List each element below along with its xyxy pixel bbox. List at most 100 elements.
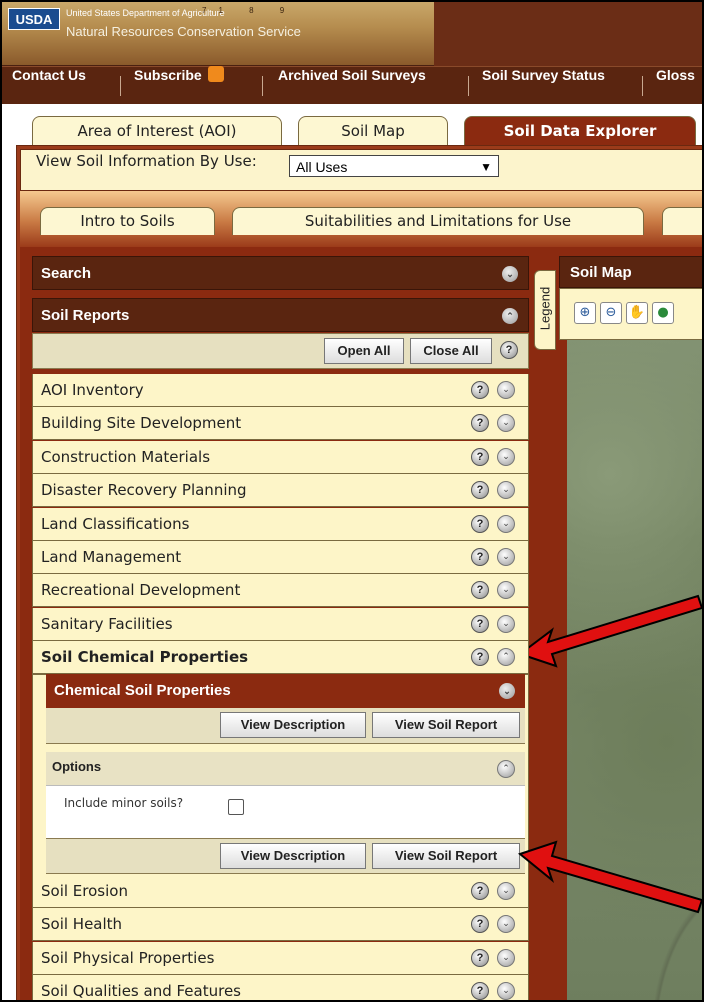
zoom-in-icon[interactable]: ⊕ — [574, 302, 596, 324]
nav-subscribe-label: Subscribe — [134, 67, 202, 83]
list-item-label: Construction Materials — [41, 447, 211, 466]
pan-hand-icon[interactable]: ✋ — [626, 302, 648, 324]
list-item[interactable]: Disaster Recovery Planning? ⌄ — [32, 474, 529, 508]
subtab-intro-to-soils[interactable]: Intro to Soils — [40, 207, 215, 235]
expand-icon[interactable]: ⌄ — [497, 381, 515, 399]
help-icon[interactable]: ? — [471, 514, 489, 533]
list-item[interactable]: Land Classifications? ⌄ — [32, 507, 529, 541]
help-icon[interactable]: ? — [471, 481, 489, 500]
expand-icon[interactable]: ⌄ — [502, 266, 518, 282]
agency-name-line2: Natural Resources Conservation Service — [66, 24, 301, 39]
nav-contact-us[interactable]: Contact Us — [12, 67, 86, 105]
collapse-icon[interactable]: ⌃ — [497, 760, 515, 778]
list-item-label: Soil Health — [41, 915, 123, 934]
list-item[interactable]: Soil Chemical Properties? ⌃ — [32, 641, 529, 675]
help-icon[interactable]: ? — [500, 341, 518, 359]
rss-icon[interactable] — [207, 66, 224, 83]
nav-glossary[interactable]: Gloss — [656, 67, 695, 105]
view-description-button[interactable]: View Description — [220, 843, 366, 869]
options-body — [46, 786, 525, 838]
view-description-button[interactable]: View Description — [220, 712, 366, 738]
chemical-soil-properties-header[interactable]: Chemical Soil Properties ⌄ — [46, 674, 525, 708]
nav-archived-soil-surveys[interactable]: Archived Soil Surveys — [278, 67, 426, 105]
help-icon[interactable]: ? — [471, 381, 489, 399]
list-item[interactable]: Construction Materials? ⌄ — [32, 440, 529, 474]
list-item-label: Soil Qualities and Features — [41, 982, 241, 1001]
help-icon[interactable]: ? — [471, 548, 489, 566]
use-select-dropdown[interactable]: All Uses ▼ — [289, 155, 499, 177]
include-minor-soils-checkbox[interactable] — [228, 799, 244, 815]
legend-tab[interactable]: Legend — [534, 270, 556, 350]
expand-icon[interactable]: ⌄ — [497, 481, 515, 500]
chemical-top-button-bar: View Description View Soil Report — [46, 708, 525, 744]
use-selector-label: View Soil Information By Use: — [36, 152, 257, 170]
help-icon[interactable]: ? — [471, 948, 489, 967]
list-item-label: Sanitary Facilities — [41, 614, 173, 633]
list-item[interactable]: Soil Physical Properties? ⌄ — [32, 941, 529, 975]
include-minor-soils-label: Include minor soils? — [64, 796, 184, 810]
expand-icon[interactable]: ⌄ — [497, 581, 515, 600]
tab-area-of-interest[interactable]: Area of Interest (AOI) — [32, 116, 282, 146]
close-all-button[interactable]: Close All — [410, 338, 492, 364]
subtab-suitabilities[interactable]: Suitabilities and Limitations for Use — [232, 207, 644, 235]
banner-image: USDA United States Department of Agricul… — [2, 2, 434, 66]
expand-icon[interactable]: ⌄ — [497, 447, 515, 466]
tab-soil-data-explorer[interactable]: Soil Data Explorer — [464, 116, 696, 146]
usda-logo[interactable]: USDA — [8, 8, 60, 30]
top-navigation: Contact Us Subscribe Archived Soil Surve… — [2, 66, 702, 105]
collapse-icon[interactable]: ⌃ — [497, 648, 515, 667]
open-all-button[interactable]: Open All — [324, 338, 404, 364]
subtab-next[interactable] — [662, 207, 702, 235]
expand-icon[interactable]: ⌄ — [497, 414, 515, 433]
tab-soil-map[interactable]: Soil Map — [298, 116, 448, 146]
soil-map-header: Soil Map — [559, 256, 702, 288]
expand-icon[interactable]: ⌄ — [497, 614, 515, 633]
help-icon[interactable]: ? — [471, 915, 489, 934]
help-icon[interactable]: ? — [471, 414, 489, 433]
list-item-label: Soil Chemical Properties — [41, 648, 249, 667]
list-item-label: Land Classifications — [41, 514, 190, 533]
help-icon[interactable]: ? — [471, 581, 489, 600]
list-item[interactable]: Sanitary Facilities? ⌄ — [32, 607, 529, 641]
search-header[interactable]: Search ⌄ — [32, 256, 529, 290]
help-icon[interactable]: ? — [471, 882, 489, 900]
expand-icon[interactable]: ⌄ — [497, 548, 515, 566]
nav-separator — [120, 76, 121, 96]
red-arrow-pointer-icon — [517, 594, 702, 668]
search-header-label: Search — [41, 265, 92, 282]
zoom-out-icon[interactable]: ⊖ — [600, 302, 622, 324]
chemical-header-label: Chemical Soil Properties — [54, 682, 231, 699]
options-header[interactable]: Options ⌃ — [46, 752, 525, 786]
help-icon[interactable]: ? — [471, 648, 489, 667]
list-item[interactable]: AOI Inventory? ⌄ — [32, 374, 529, 407]
list-item[interactable]: Soil Health? ⌄ — [32, 908, 529, 942]
red-arrow-pointer-icon — [517, 840, 702, 914]
expand-icon[interactable]: ⌄ — [497, 882, 515, 900]
nav-soil-survey-status[interactable]: Soil Survey Status — [482, 67, 605, 105]
list-item[interactable]: Soil Qualities and Features? ⌄ — [32, 975, 529, 1001]
use-select-value: All Uses — [296, 159, 348, 175]
expand-icon[interactable]: ⌄ — [497, 915, 515, 934]
help-icon[interactable]: ? — [471, 614, 489, 633]
expand-icon[interactable]: ⌄ — [497, 982, 515, 1000]
agency-name-line1: United States Department of Agriculture — [66, 8, 225, 18]
list-item[interactable]: Land Management? ⌄ — [32, 541, 529, 574]
help-icon[interactable]: ? — [471, 982, 489, 1000]
chemical-bottom-button-bar: View Description View Soil Report — [46, 838, 525, 874]
list-item-label: Land Management — [41, 548, 182, 566]
list-item-label: AOI Inventory — [41, 381, 144, 399]
help-icon[interactable]: ? — [471, 447, 489, 466]
list-item[interactable]: Soil Erosion? ⌄ — [32, 875, 529, 908]
view-soil-report-button[interactable]: View Soil Report — [372, 712, 520, 738]
list-item-label: Soil Physical Properties — [41, 948, 215, 967]
collapse-icon[interactable]: ⌃ — [502, 308, 518, 324]
list-item[interactable]: Recreational Development? ⌄ — [32, 574, 529, 608]
expand-icon[interactable]: ⌄ — [497, 514, 515, 533]
view-soil-report-button[interactable]: View Soil Report — [372, 843, 520, 869]
soil-reports-header[interactable]: Soil Reports ⌃ — [32, 298, 529, 332]
expand-icon[interactable]: ⌄ — [497, 948, 515, 967]
list-item[interactable]: Building Site Development? ⌄ — [32, 407, 529, 441]
expand-icon[interactable]: ⌄ — [499, 683, 515, 699]
nav-subscribe[interactable]: Subscribe — [134, 66, 224, 105]
full-extent-globe-icon[interactable]: ● — [652, 302, 674, 324]
